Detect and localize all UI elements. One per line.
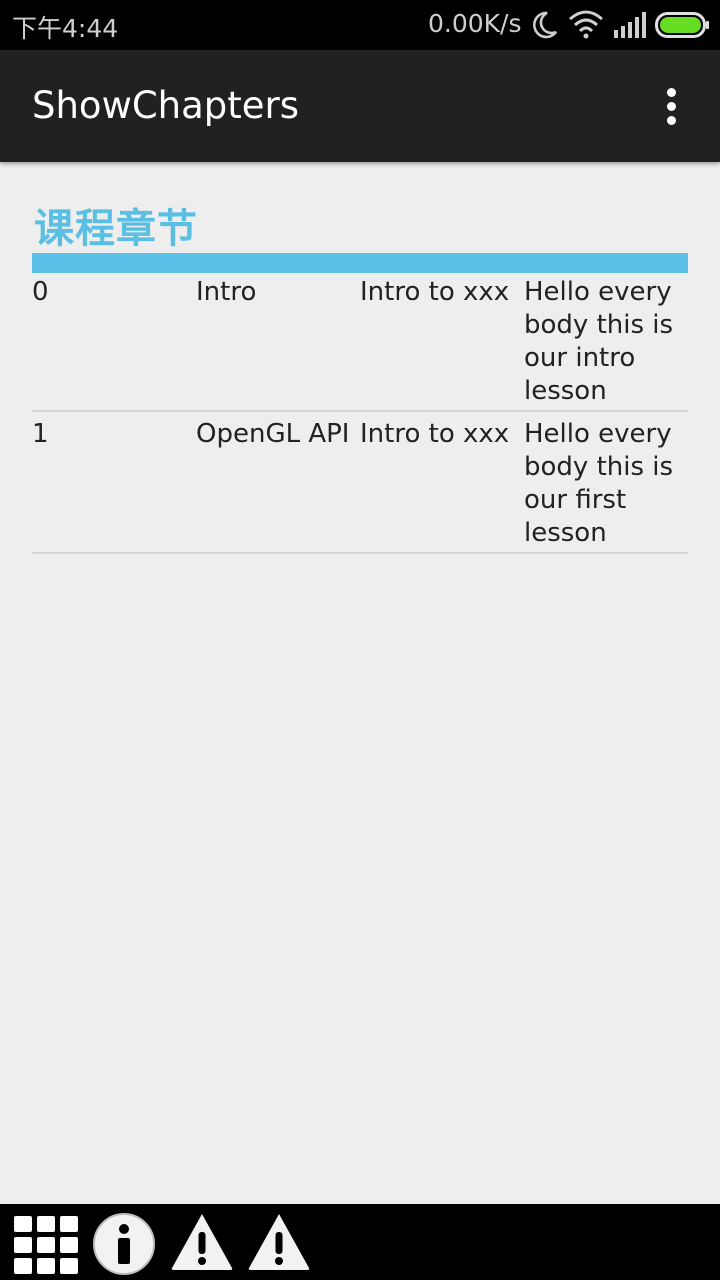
- chapter-name: OpenGL API: [196, 419, 350, 449]
- table-row[interactable]: 1 OpenGL API Intro to xxx Hello every bo…: [32, 418, 688, 554]
- chapter-description: Hello every body this is our first lesso…: [524, 419, 674, 548]
- moon-icon: [532, 11, 558, 39]
- chapter-subtitle: Intro to xxx: [360, 277, 510, 307]
- section-title: 课程章节: [34, 206, 198, 252]
- section-divider: [32, 253, 688, 273]
- wifi-icon: [569, 10, 603, 39]
- grid-icon[interactable]: [14, 1216, 78, 1274]
- signal-icon: [614, 12, 646, 38]
- table-row[interactable]: 0 Intro Intro to xxx Hello every body th…: [32, 276, 688, 412]
- info-icon[interactable]: [92, 1212, 156, 1276]
- network-speed: 0.00K/s: [428, 9, 522, 38]
- warning-icon[interactable]: [170, 1212, 234, 1272]
- status-bar: 下午4:44 0.00K/s: [0, 0, 720, 50]
- warning-icon[interactable]: [247, 1212, 311, 1272]
- chapter-description: Hello every body this is our intro lesso…: [524, 277, 674, 406]
- chapter-subtitle: Intro to xxx: [360, 419, 510, 449]
- action-bar: ShowChapters: [0, 50, 720, 162]
- battery-icon: [655, 12, 709, 38]
- chapter-index: 0: [32, 277, 49, 307]
- status-time: 下午4:44: [12, 14, 119, 43]
- chapter-index: 1: [32, 419, 49, 449]
- chapter-name: Intro: [196, 277, 257, 307]
- bottom-dock: [0, 1204, 720, 1280]
- chapter-table: 0 Intro Intro to xxx Hello every body th…: [32, 276, 688, 560]
- overflow-menu-icon[interactable]: [652, 80, 692, 132]
- app-title: ShowChapters: [32, 84, 300, 127]
